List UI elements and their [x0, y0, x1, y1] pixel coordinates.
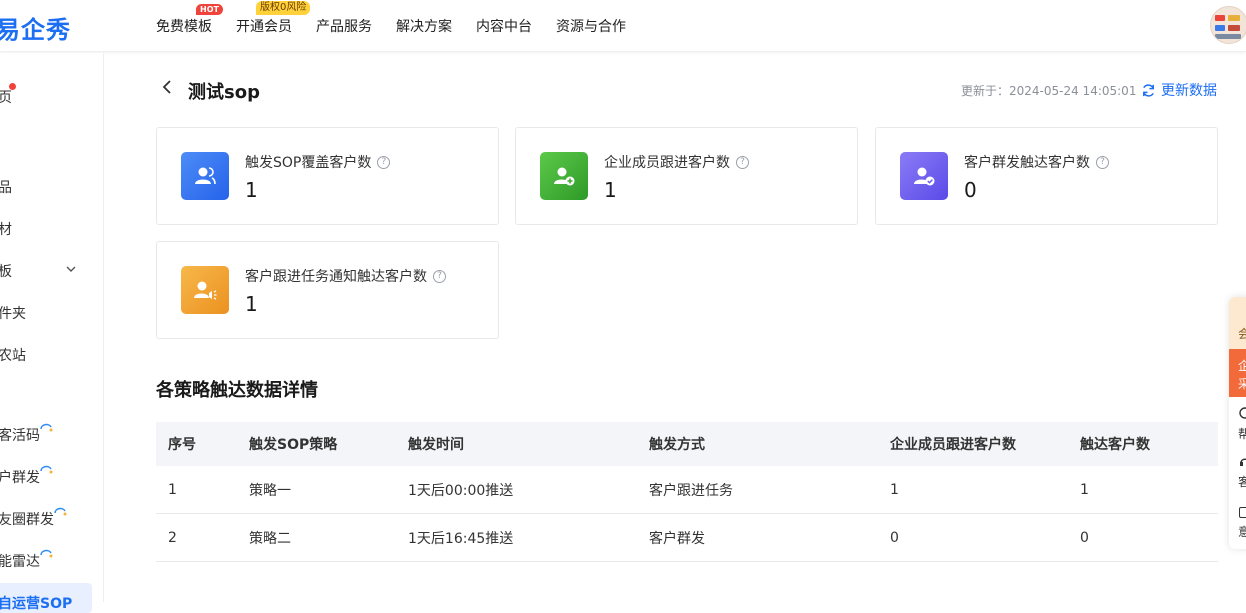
help-icon — [1239, 407, 1246, 419]
hot-badge: HOT — [196, 4, 223, 15]
user-check-icon — [900, 152, 948, 200]
sidebar-item-sop-label: 自运营SOP — [0, 596, 73, 612]
table-header: 序号 触发SOP策略 触发时间 触发方式 企业成员跟进客户数 触达客户数 — [156, 422, 1218, 466]
stat-card-task-notice: 客户跟进任务通知触达客户数? 1 — [156, 241, 499, 339]
stat-label: 企业成员跟进客户数? — [604, 152, 749, 172]
table-row: 2 策略二 1天后16:45推送 客户群发 0 0 — [156, 514, 1218, 562]
stat-label: 触发SOP覆盖客户数? — [245, 152, 391, 172]
sidebar-item-smart-radar[interactable]: 能雷达 — [0, 551, 40, 571]
nav-products[interactable]: 产品服务 — [316, 16, 372, 36]
stat-label: 客户跟进任务通知触达客户数? — [245, 266, 446, 286]
sidebar-item-templates[interactable]: 板 — [0, 261, 12, 281]
notification-dot — [9, 83, 16, 90]
floating-service-panel: 会 企 采 帮 客 意 — [1229, 297, 1246, 549]
stat-value: 0 — [964, 178, 977, 202]
stat-value: 1 — [245, 178, 258, 202]
nav-label: 开通会员 — [236, 19, 292, 35]
ai-spark-icon — [40, 549, 53, 558]
stat-card-group-broadcast: 客户群发触达客户数? 0 — [875, 127, 1218, 225]
main-nav: 免费模板 HOT 开通会员 版权0风险 产品服务 解决方案 内容中台 资源与合作 — [156, 0, 650, 52]
enterprise-promo[interactable]: 企 采 — [1229, 349, 1246, 397]
sidebar: 页 品 材 板 件夹 农站 客活码 户群发 友圈群发 能雷达 自运营SOP — [0, 53, 104, 613]
customer-service-button[interactable]: 客 — [1238, 473, 1246, 490]
sidebar-item-materials[interactable]: 材 — [0, 219, 12, 239]
stat-card-sop-coverage: 触发SOP覆盖客户数? 1 — [156, 127, 499, 225]
nav-solutions[interactable]: 解决方案 — [396, 16, 452, 36]
top-bar: 易企秀 免费模板 HOT 开通会员 版权0风险 产品服务 解决方案 内容中台 资… — [0, 0, 1246, 52]
stat-value: 1 — [604, 178, 617, 202]
nav-resources[interactable]: 资源与合作 — [556, 16, 626, 36]
user-add-icon — [540, 152, 588, 200]
updated-timestamp: 更新于：2024-05-24 14:05:01 — [961, 84, 1137, 98]
column-header: 触达客户数 — [1080, 437, 1150, 453]
column-header: 触发SOP策略 — [249, 437, 338, 453]
feedback-icon — [1239, 507, 1246, 518]
logo[interactable]: 易企秀 — [0, 10, 71, 45]
question-circle-icon[interactable]: ? — [433, 269, 446, 283]
nav-membership[interactable]: 开通会员 版权0风险 — [236, 1, 311, 36]
sidebar-item-moments-broadcast[interactable]: 友圈群发 — [0, 509, 54, 529]
stat-value: 1 — [245, 292, 258, 316]
section-title: 各策略触达数据详情 — [156, 380, 318, 401]
sidebar-item-folders[interactable]: 件夹 — [0, 303, 26, 323]
nav-content-hub[interactable]: 内容中台 — [476, 16, 532, 36]
help-button[interactable]: 帮 — [1238, 425, 1246, 442]
stat-card-member-follow: 企业成员跟进客户数? 1 — [515, 127, 858, 225]
sidebar-item-customer-broadcast[interactable]: 户群发 — [0, 467, 40, 487]
sidebar-item-home[interactable]: 页 — [0, 87, 12, 107]
column-header: 触发方式 — [649, 437, 705, 453]
users-icon — [181, 152, 229, 200]
copyright-badge: 版权0风险 — [256, 1, 311, 15]
ai-spark-icon — [40, 423, 53, 432]
refresh-icon — [1143, 83, 1154, 97]
user-notify-icon — [181, 266, 229, 314]
member-promo[interactable]: 会 — [1229, 297, 1246, 349]
customer-service-icon — [1240, 458, 1246, 466]
sidebar-item-live-code[interactable]: 客活码 — [0, 425, 40, 445]
strategy-table: 序号 触发SOP策略 触发时间 触发方式 企业成员跟进客户数 触达客户数 1 策… — [156, 422, 1218, 562]
nav-label: 免费模板 — [156, 19, 212, 35]
feedback-button[interactable]: 意 — [1238, 523, 1246, 540]
column-header: 企业成员跟进客户数 — [890, 437, 1016, 453]
chevron-down-icon[interactable] — [66, 264, 76, 274]
sidebar-item-recycle[interactable]: 农站 — [0, 345, 26, 365]
sidebar-item-works[interactable]: 品 — [0, 177, 12, 197]
question-circle-icon[interactable]: ? — [1096, 155, 1109, 169]
stat-label: 客户群发触达客户数? — [964, 152, 1109, 172]
ai-spark-icon — [40, 465, 53, 474]
nav-free-templates[interactable]: 免费模板 HOT — [156, 4, 223, 36]
column-header: 序号 — [168, 437, 196, 453]
refresh-label: 更新数据 — [1161, 83, 1217, 99]
page-title: 测试sop — [188, 82, 260, 103]
avatar[interactable] — [1210, 6, 1246, 44]
table-row: 1 策略一 1天后00:00推送 客户跟进任务 1 1 — [156, 466, 1218, 514]
refresh-button[interactable]: 更新数据 — [1141, 80, 1217, 100]
main-content: 测试sop 更新于：2024-05-24 14:05:01 更新数据 触发SOP… — [104, 53, 1246, 602]
column-header: 触发时间 — [408, 437, 464, 453]
chevron-left-icon[interactable] — [160, 79, 174, 95]
question-circle-icon[interactable]: ? — [377, 155, 391, 169]
ai-spark-icon — [54, 507, 67, 516]
question-circle-icon[interactable]: ? — [736, 155, 749, 169]
